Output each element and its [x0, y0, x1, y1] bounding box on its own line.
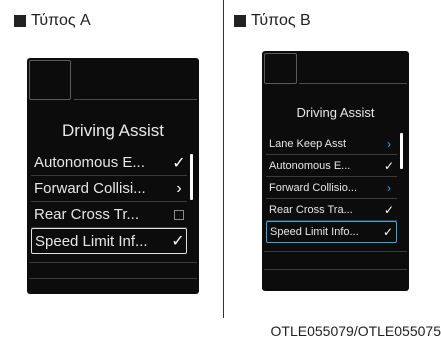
menu-item-label: Rear Cross Tr... [34, 206, 140, 223]
figure-caption: OTLE055079/OTLE055075 [270, 323, 441, 339]
menu-item-label: Autonomous E... [34, 154, 145, 171]
panel-a-heading-text: Τύπος A [31, 12, 91, 29]
menu-item-forward-collision[interactable]: Forward Collisio... › [266, 177, 397, 199]
menu-title: Driving Assist [61, 121, 165, 140]
cluster-screen-type-a: Driving Assist Autonomous E... ✓ Forward… [27, 58, 199, 294]
menu-item-rear-cross-traffic[interactable]: Rear Cross Tra... ✓ [266, 199, 397, 221]
chevron-right-icon: › [176, 179, 182, 197]
scrollbar[interactable] [400, 133, 403, 169]
bottom-divider-line [264, 251, 407, 252]
menu-item-autonomous-emergency-braking[interactable]: Autonomous E... ✓ [31, 150, 187, 176]
menu-item-speed-limit-info[interactable]: Speed Limit Info... ✓ [266, 221, 397, 243]
checkmark-icon[interactable]: ✓ [381, 159, 397, 173]
panel-b-heading: Τύπος B [234, 12, 311, 30]
menu-item-label: Rear Cross Tra... [269, 203, 353, 216]
square-bullet-icon [234, 15, 246, 27]
chevron-right-icon: › [387, 180, 391, 195]
menu-list: Autonomous E... ✓ Forward Collisi... › R… [31, 150, 187, 254]
panel-a-heading: Τύπος A [14, 12, 91, 30]
menu-item-rear-cross-traffic[interactable]: Rear Cross Tr... [31, 202, 187, 228]
top-tab-box [29, 60, 71, 100]
menu-item-label: Speed Limit Inf... [35, 232, 148, 250]
cluster-screen-type-b: Driving Assist Lane Keep Asst › Autonomo… [262, 51, 409, 291]
menu-item-speed-limit-info[interactable]: Speed Limit Inf... ✓ [31, 228, 187, 254]
menu-title: Driving Assist [296, 105, 375, 120]
panel-divider [223, 0, 224, 318]
bottom-divider-line [29, 278, 197, 279]
menu-item-label: Speed Limit Info... [270, 226, 359, 238]
menu-item-lane-keep-assist[interactable]: Lane Keep Asst › [266, 133, 397, 155]
menu-item-label: Forward Collisi... [34, 180, 146, 197]
checkmark-icon[interactable]: ✓ [171, 153, 187, 173]
square-bullet-icon [14, 15, 26, 27]
panel-b-heading-text: Τύπος B [251, 12, 311, 29]
top-divider-line [299, 83, 407, 84]
checkmark-icon[interactable]: ✓ [381, 203, 397, 217]
scrollbar[interactable] [190, 154, 193, 200]
menu-item-label: Forward Collisio... [269, 181, 358, 194]
menu-list: Lane Keep Asst › Autonomous E... ✓ Forwa… [266, 133, 397, 243]
menu-item-label: Autonomous E... [269, 159, 351, 172]
checkmark-icon[interactable]: ✓ [170, 231, 186, 251]
bottom-divider-line [264, 269, 407, 270]
checkmark-icon[interactable]: ✓ [380, 225, 396, 239]
menu-item-autonomous-emergency-braking[interactable]: Autonomous E... ✓ [266, 155, 397, 177]
menu-item-forward-collision[interactable]: Forward Collisi... › [31, 176, 187, 202]
chevron-right-icon: › [387, 136, 391, 151]
empty-checkbox-icon[interactable] [171, 209, 187, 220]
bottom-divider-line [29, 262, 197, 263]
top-tab-box [264, 53, 297, 84]
top-divider-line [74, 99, 197, 100]
menu-item-label: Lane Keep Asst [269, 137, 347, 150]
